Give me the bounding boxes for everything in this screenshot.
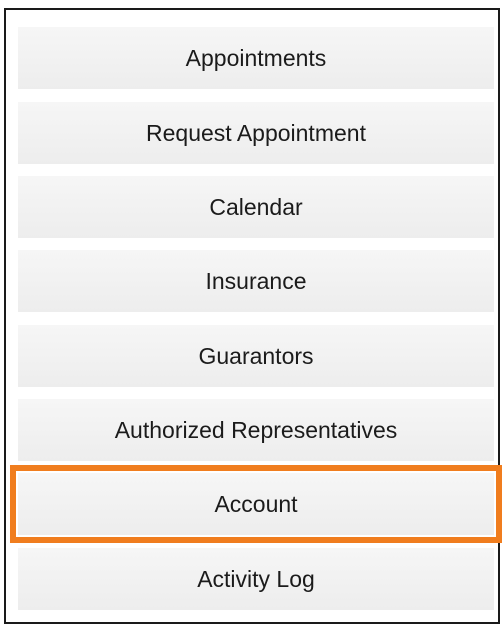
menu-item-appointments[interactable]: Appointments [18, 27, 494, 89]
menu-item-label: Insurance [205, 267, 307, 294]
menu-item-label: Activity Log [197, 565, 315, 592]
menu-item-label: Account [214, 490, 298, 517]
menu-item-authorized-representatives[interactable]: Authorized Representatives [18, 399, 494, 461]
menu-item-insurance[interactable]: Insurance [18, 250, 494, 312]
menu-item-label: Calendar [209, 193, 303, 220]
menu-item-request-appointment[interactable]: Request Appointment [18, 102, 494, 164]
menu-item-activity-log[interactable]: Activity Log [18, 548, 494, 610]
menu-item-label: Request Appointment [146, 119, 366, 146]
menu-item-label: Authorized Representatives [114, 416, 398, 443]
menu-item-account[interactable]: Account [10, 465, 502, 543]
menu-item-label: Guarantors [198, 342, 314, 369]
menu-item-calendar[interactable]: Calendar [18, 176, 494, 238]
menu-item-guarantors[interactable]: Guarantors [18, 325, 494, 387]
menu-item-label: Appointments [185, 44, 327, 71]
